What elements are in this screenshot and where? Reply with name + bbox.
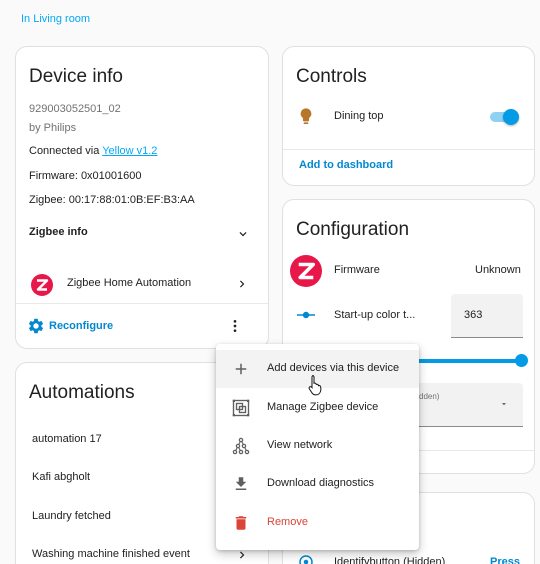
- menu-item-label: Manage Zigbee device: [267, 401, 379, 413]
- startup-color-value: 363: [464, 309, 483, 321]
- delete-icon: [235, 516, 247, 530]
- lightbulb-icon: [300, 108, 312, 124]
- startup-color-input[interactable]: 363: [451, 294, 523, 338]
- plus-icon: [235, 363, 247, 375]
- device-model: 929003052501_02: [29, 103, 121, 115]
- identify-icon: [299, 555, 313, 564]
- menu-item-download-diagnostics[interactable]: Download diagnostics: [216, 465, 419, 503]
- entity-toggle[interactable]: [489, 109, 521, 125]
- firmware-version: Firmware: 0x01001600: [29, 170, 142, 182]
- menu-item-label: Add devices via this device: [267, 362, 400, 374]
- configuration-title: Configuration: [296, 219, 410, 240]
- config-slider-track[interactable]: [403, 359, 521, 363]
- automations-title: Automations: [29, 382, 135, 403]
- network-icon: [232, 437, 250, 455]
- controls-divider: [283, 149, 534, 150]
- menu-item-label: Download diagnostics: [267, 477, 375, 489]
- reconfigure-label: Reconfigure: [49, 320, 114, 332]
- controls-card: Controls Dining top Add to dashboard: [282, 46, 535, 186]
- config-firmware-label: Firmware: [334, 264, 380, 276]
- press-button[interactable]: Press: [490, 556, 520, 564]
- chevron-down-icon: [239, 232, 247, 237]
- device-manufacturer: by Philips: [29, 122, 77, 134]
- hidden-select-label: dden): [419, 392, 440, 401]
- connected-via-prefix: Connected via: [29, 145, 103, 157]
- startup-color-label: Start-up color t...: [334, 309, 416, 321]
- integration-row[interactable]: Zigbee Home Automation: [16, 267, 268, 303]
- chevron-right-icon: [240, 551, 245, 559]
- area-breadcrumb-link[interactable]: In Living room: [21, 13, 90, 25]
- menu-item-remove[interactable]: Remove: [216, 504, 419, 542]
- device-info-card: Device info 929003052501_02 by Philips C…: [15, 46, 269, 349]
- entity-name[interactable]: Dining top: [334, 110, 384, 122]
- identify-label: Identifybutton (Hidden): [334, 556, 446, 564]
- zigbee-info-label: Zigbee info: [29, 226, 88, 238]
- hidden-entity-select[interactable]: dden): [403, 383, 523, 427]
- controls-title: Controls: [296, 66, 367, 87]
- zigbee-logo-icon: [290, 255, 322, 287]
- automation-item[interactable]: Washing machine finished event: [32, 548, 190, 560]
- more-vert-icon[interactable]: [227, 318, 243, 334]
- toggle-knob: [503, 109, 519, 125]
- automation-item[interactable]: automation 17: [32, 433, 102, 445]
- integration-label: Zigbee Home Automation: [67, 277, 192, 289]
- device-info-divider: [16, 303, 268, 304]
- config-firmware-value: Unknown: [475, 264, 521, 276]
- slider-icon: [297, 311, 315, 319]
- chevron-right-icon: [240, 280, 245, 288]
- dropdown-arrow-icon: [501, 403, 507, 406]
- menu-item-label: Remove: [267, 516, 308, 528]
- add-to-dashboard-button[interactable]: Add to dashboard: [299, 159, 393, 171]
- automation-item[interactable]: Laundry fetched: [32, 510, 111, 522]
- manage-zigbee-icon: [232, 399, 250, 417]
- device-info-title: Device info: [29, 66, 123, 87]
- zigbee-info-expander[interactable]: Zigbee info: [16, 215, 268, 251]
- automation-item[interactable]: Kafi abgholt: [32, 471, 90, 483]
- download-icon: [235, 477, 247, 490]
- connected-via: Connected via Yellow v1.2: [29, 145, 157, 157]
- reconfigure-button[interactable]: Reconfigure: [24, 313, 124, 341]
- zigbee-logo-icon: [31, 274, 53, 296]
- config-slider-knob[interactable]: [515, 354, 528, 367]
- menu-item-label: View network: [267, 439, 333, 451]
- zigbee-ieee: Zigbee: 00:17:88:01:0B:EF:B3:AA: [29, 194, 195, 206]
- connected-via-link[interactable]: Yellow v1.2: [102, 145, 157, 157]
- hand-cursor-icon: [308, 375, 322, 396]
- menu-item-view-network[interactable]: View network: [216, 427, 419, 465]
- reconfigure-cog-icon: [28, 318, 44, 334]
